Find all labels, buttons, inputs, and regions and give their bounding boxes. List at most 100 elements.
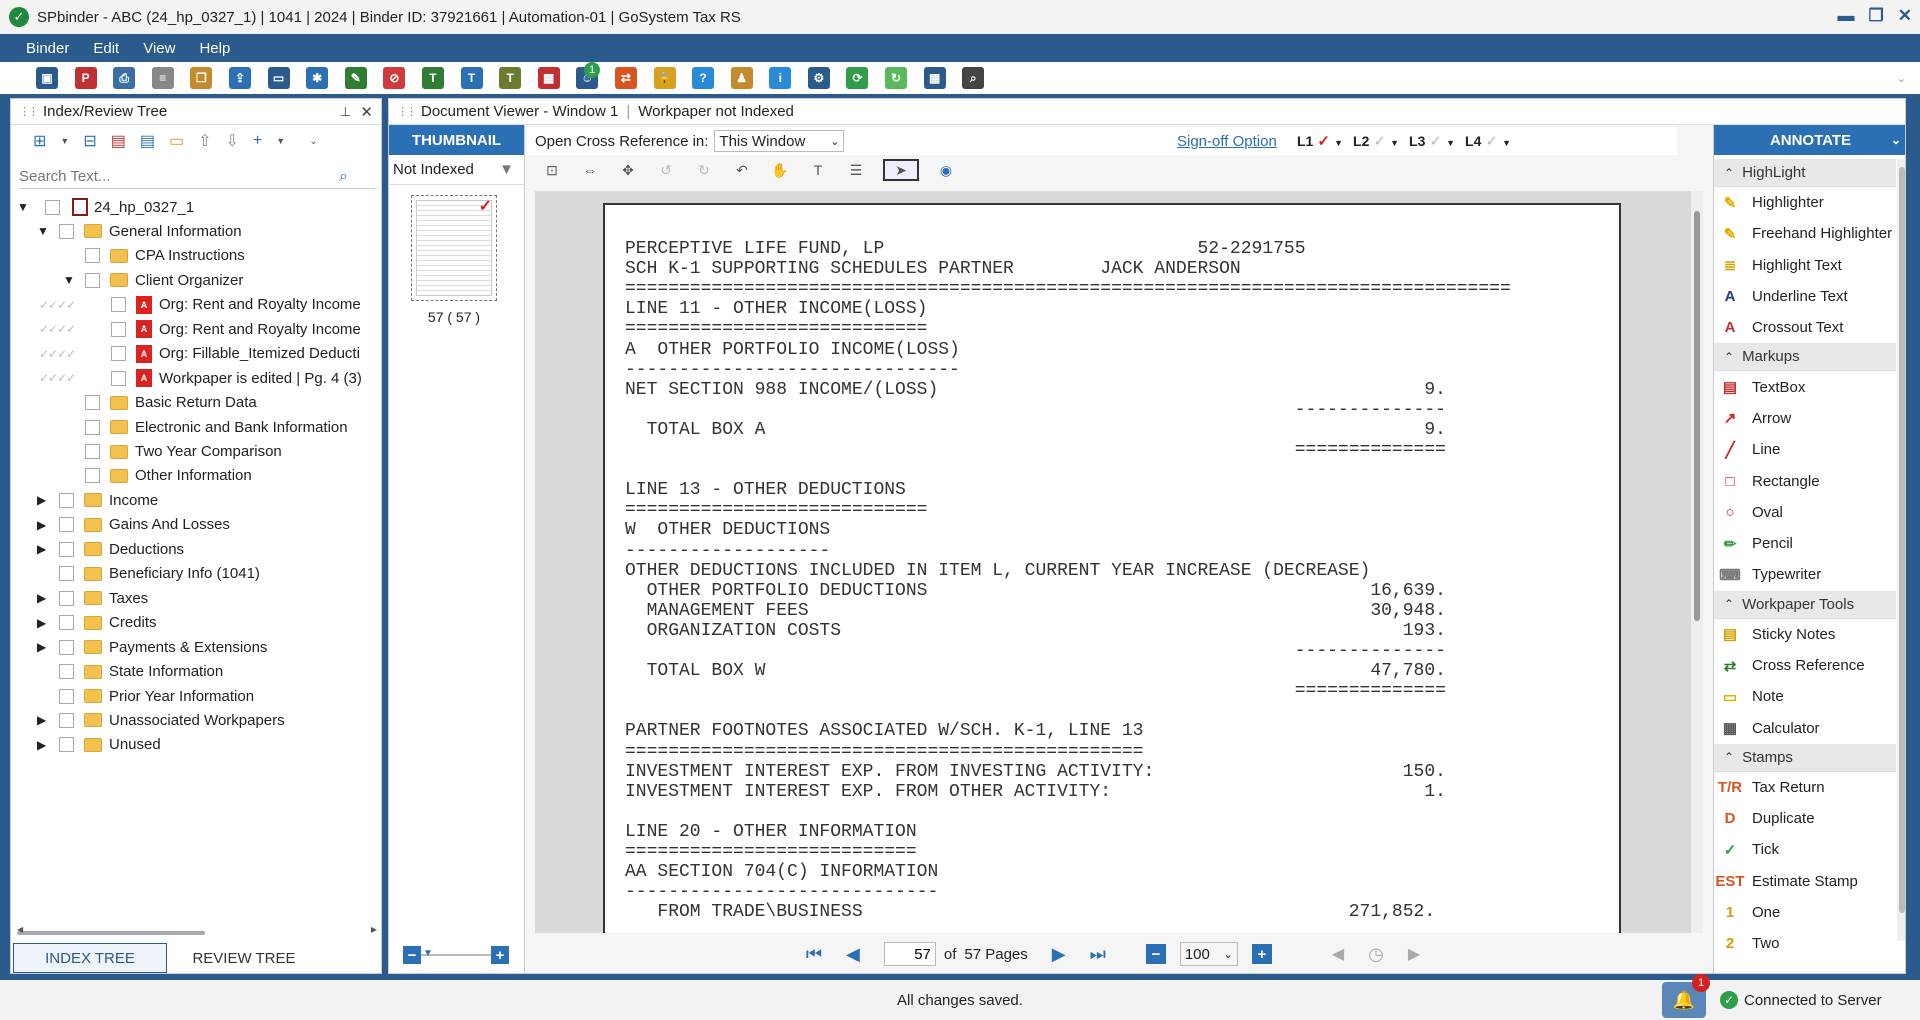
checkbox[interactable]: [85, 468, 100, 484]
remove-doc-icon[interactable]: ▤: [111, 131, 126, 151]
tree-item[interactable]: Basic Return Data: [17, 391, 257, 415]
monitor-icon[interactable]: ▭: [267, 67, 290, 89]
history-forward-icon[interactable]: ▶: [1408, 944, 1420, 964]
pdfx-icon[interactable]: P: [74, 67, 97, 89]
move-down-icon[interactable]: ⇩: [226, 131, 239, 151]
checkbox[interactable]: [111, 321, 126, 337]
annotate-item[interactable]: □ Rectangle: [1714, 465, 1896, 496]
info-icon[interactable]: i: [769, 67, 792, 89]
tree-item[interactable]: ▶ Unassociated Workpapers: [17, 708, 285, 732]
thumbnail-zoom-slider[interactable]: − ▼ +: [403, 945, 509, 965]
tree-item[interactable]: ✓✓✓✓ A Org: Fillable_Itemized Deducti: [17, 342, 360, 366]
search-icon[interactable]: ⌕: [962, 67, 985, 89]
checkbox[interactable]: [59, 223, 74, 239]
annotate-group-header[interactable]: ⌃ Stamps: [1714, 743, 1896, 772]
annotate-item[interactable]: EST Estimate Stamp: [1714, 866, 1896, 897]
toolbar-overflow-icon[interactable]: ⌄: [1897, 72, 1906, 85]
rotate-reset-icon[interactable]: ↶: [731, 159, 753, 181]
level-l1[interactable]: L1 ✓ ▼: [1297, 132, 1343, 150]
close-panel-icon[interactable]: ✕: [360, 103, 373, 121]
tree-item[interactable]: Other Information: [17, 464, 252, 488]
annotate-item[interactable]: ≣ Highlight Text: [1714, 250, 1896, 281]
zoom-in-icon[interactable]: +: [1251, 944, 1272, 964]
annotate-group-header[interactable]: ⌃ Markups: [1714, 343, 1896, 372]
history-icon[interactable]: ◷: [1368, 944, 1384, 965]
sync-icon[interactable]: ⟳: [846, 67, 869, 89]
print-icon[interactable]: ⎙: [113, 67, 136, 89]
pin-icon[interactable]: ⊥: [340, 104, 351, 120]
tree-item[interactable]: ✓✓✓✓ A Workpaper is edited | Pg. 4 (3): [17, 366, 362, 390]
checkbox[interactable]: [59, 688, 74, 704]
export-icon[interactable]: ⇪: [228, 67, 251, 89]
tree-hscrollbar[interactable]: ◀ ▶: [17, 925, 377, 935]
document-vscrollbar[interactable]: [1691, 191, 1703, 933]
collapse-icon[interactable]: ⌃: [1724, 597, 1734, 611]
document-icon[interactable]: ≡: [151, 67, 174, 89]
checkbox[interactable]: [85, 419, 100, 435]
calendar-icon[interactable]: ▦: [537, 67, 560, 89]
fit-page-icon[interactable]: ⊡: [541, 159, 563, 181]
signoff-option-link[interactable]: Sign-off Option: [1177, 133, 1277, 150]
checkbox[interactable]: [59, 590, 74, 606]
tab-review-tree[interactable]: REVIEW TREE: [167, 943, 321, 973]
annotate-scrollbar[interactable]: [1897, 159, 1905, 941]
tree-item[interactable]: ▶ Deductions: [17, 537, 184, 561]
tax-icon[interactable]: T: [460, 67, 483, 89]
expander-icon[interactable]: ▶: [37, 591, 51, 605]
collapse-icon[interactable]: ⌃: [1724, 750, 1734, 764]
level-l4[interactable]: L4 ✓ ▼: [1465, 132, 1511, 150]
level-l3[interactable]: L3 ✓ ▼: [1409, 132, 1455, 150]
crossref-select[interactable]: This Window ⌄: [714, 130, 845, 152]
page-thumbnail[interactable]: ✓: [411, 195, 497, 301]
next-page-icon[interactable]: ▶: [1052, 944, 1066, 965]
grip-icon[interactable]: ⋮⋮: [397, 105, 417, 118]
tree-item[interactable]: ▼ Client Organizer: [17, 268, 243, 292]
tree-search-input[interactable]: [19, 168, 339, 185]
collapse-icon[interactable]: ⌃: [1724, 350, 1734, 364]
annotate-item[interactable]: ⌨ Typewriter: [1714, 559, 1896, 590]
restore-icon[interactable]: ❐: [1869, 6, 1884, 26]
expander-icon[interactable]: ▶: [37, 640, 51, 654]
close-icon[interactable]: ✕: [1898, 6, 1912, 26]
checkbox[interactable]: [59, 712, 74, 728]
user-sign-icon[interactable]: ✎: [344, 67, 367, 89]
annotate-item[interactable]: ✏ Pencil: [1714, 528, 1896, 559]
checkbox[interactable]: [85, 248, 100, 264]
annotate-item[interactable]: ▤ Sticky Notes: [1714, 619, 1896, 650]
annotate-item[interactable]: ▦ Calculator: [1714, 712, 1896, 743]
tree-item[interactable]: ✓✓✓✓ A Org: Rent and Royalty Income: [17, 293, 361, 317]
annotate-item[interactable]: D Duplicate: [1714, 803, 1896, 834]
page-number-input[interactable]: [883, 942, 936, 966]
checkbox[interactable]: [59, 541, 74, 557]
expander-icon[interactable]: ▶: [37, 616, 51, 630]
lock-icon[interactable]: 🔒: [653, 67, 676, 89]
annotate-item[interactable]: ⇄ Cross Reference: [1714, 650, 1896, 681]
collapse-icon[interactable]: ⌃: [1724, 166, 1734, 180]
annotate-item[interactable]: T/R Tax Return: [1714, 772, 1896, 803]
expander-icon[interactable]: ▼: [63, 273, 77, 287]
last-page-icon[interactable]: ⏭: [1090, 944, 1106, 965]
save-icon[interactable]: ▣: [36, 67, 58, 89]
tree-add-icon[interactable]: ⊟: [83, 131, 96, 151]
settings-icon[interactable]: ⚙: [807, 67, 830, 89]
grid-icon[interactable]: ▦: [923, 67, 946, 89]
checkbox[interactable]: [59, 639, 74, 655]
tab-index-tree[interactable]: INDEX TREE: [13, 943, 167, 973]
hand-tool-icon[interactable]: ✋: [769, 159, 791, 181]
tree-item[interactable]: ▼ General Information: [17, 219, 242, 243]
checkbox[interactable]: [59, 737, 74, 753]
annotate-item[interactable]: ✎ Highlighter: [1714, 187, 1896, 218]
rotate-left-icon[interactable]: ↺: [655, 159, 677, 181]
first-page-icon[interactable]: ⏮: [806, 944, 822, 965]
history-back-icon[interactable]: ◀: [1332, 944, 1344, 964]
dropdown-icon[interactable]: ▼: [60, 136, 69, 146]
checkbox[interactable]: [45, 199, 60, 215]
fit-width-icon[interactable]: ⇔: [579, 159, 601, 181]
dropdown-icon[interactable]: ▼: [276, 136, 285, 146]
add-sibling-icon[interactable]: +: [253, 132, 262, 150]
search-icon[interactable]: ⌕: [339, 168, 348, 186]
expander-icon[interactable]: ▶: [37, 493, 51, 507]
checkbox[interactable]: [85, 444, 100, 459]
grip-icon[interactable]: ⋮⋮: [19, 105, 39, 118]
annotate-item[interactable]: ▭ Note: [1714, 681, 1896, 712]
